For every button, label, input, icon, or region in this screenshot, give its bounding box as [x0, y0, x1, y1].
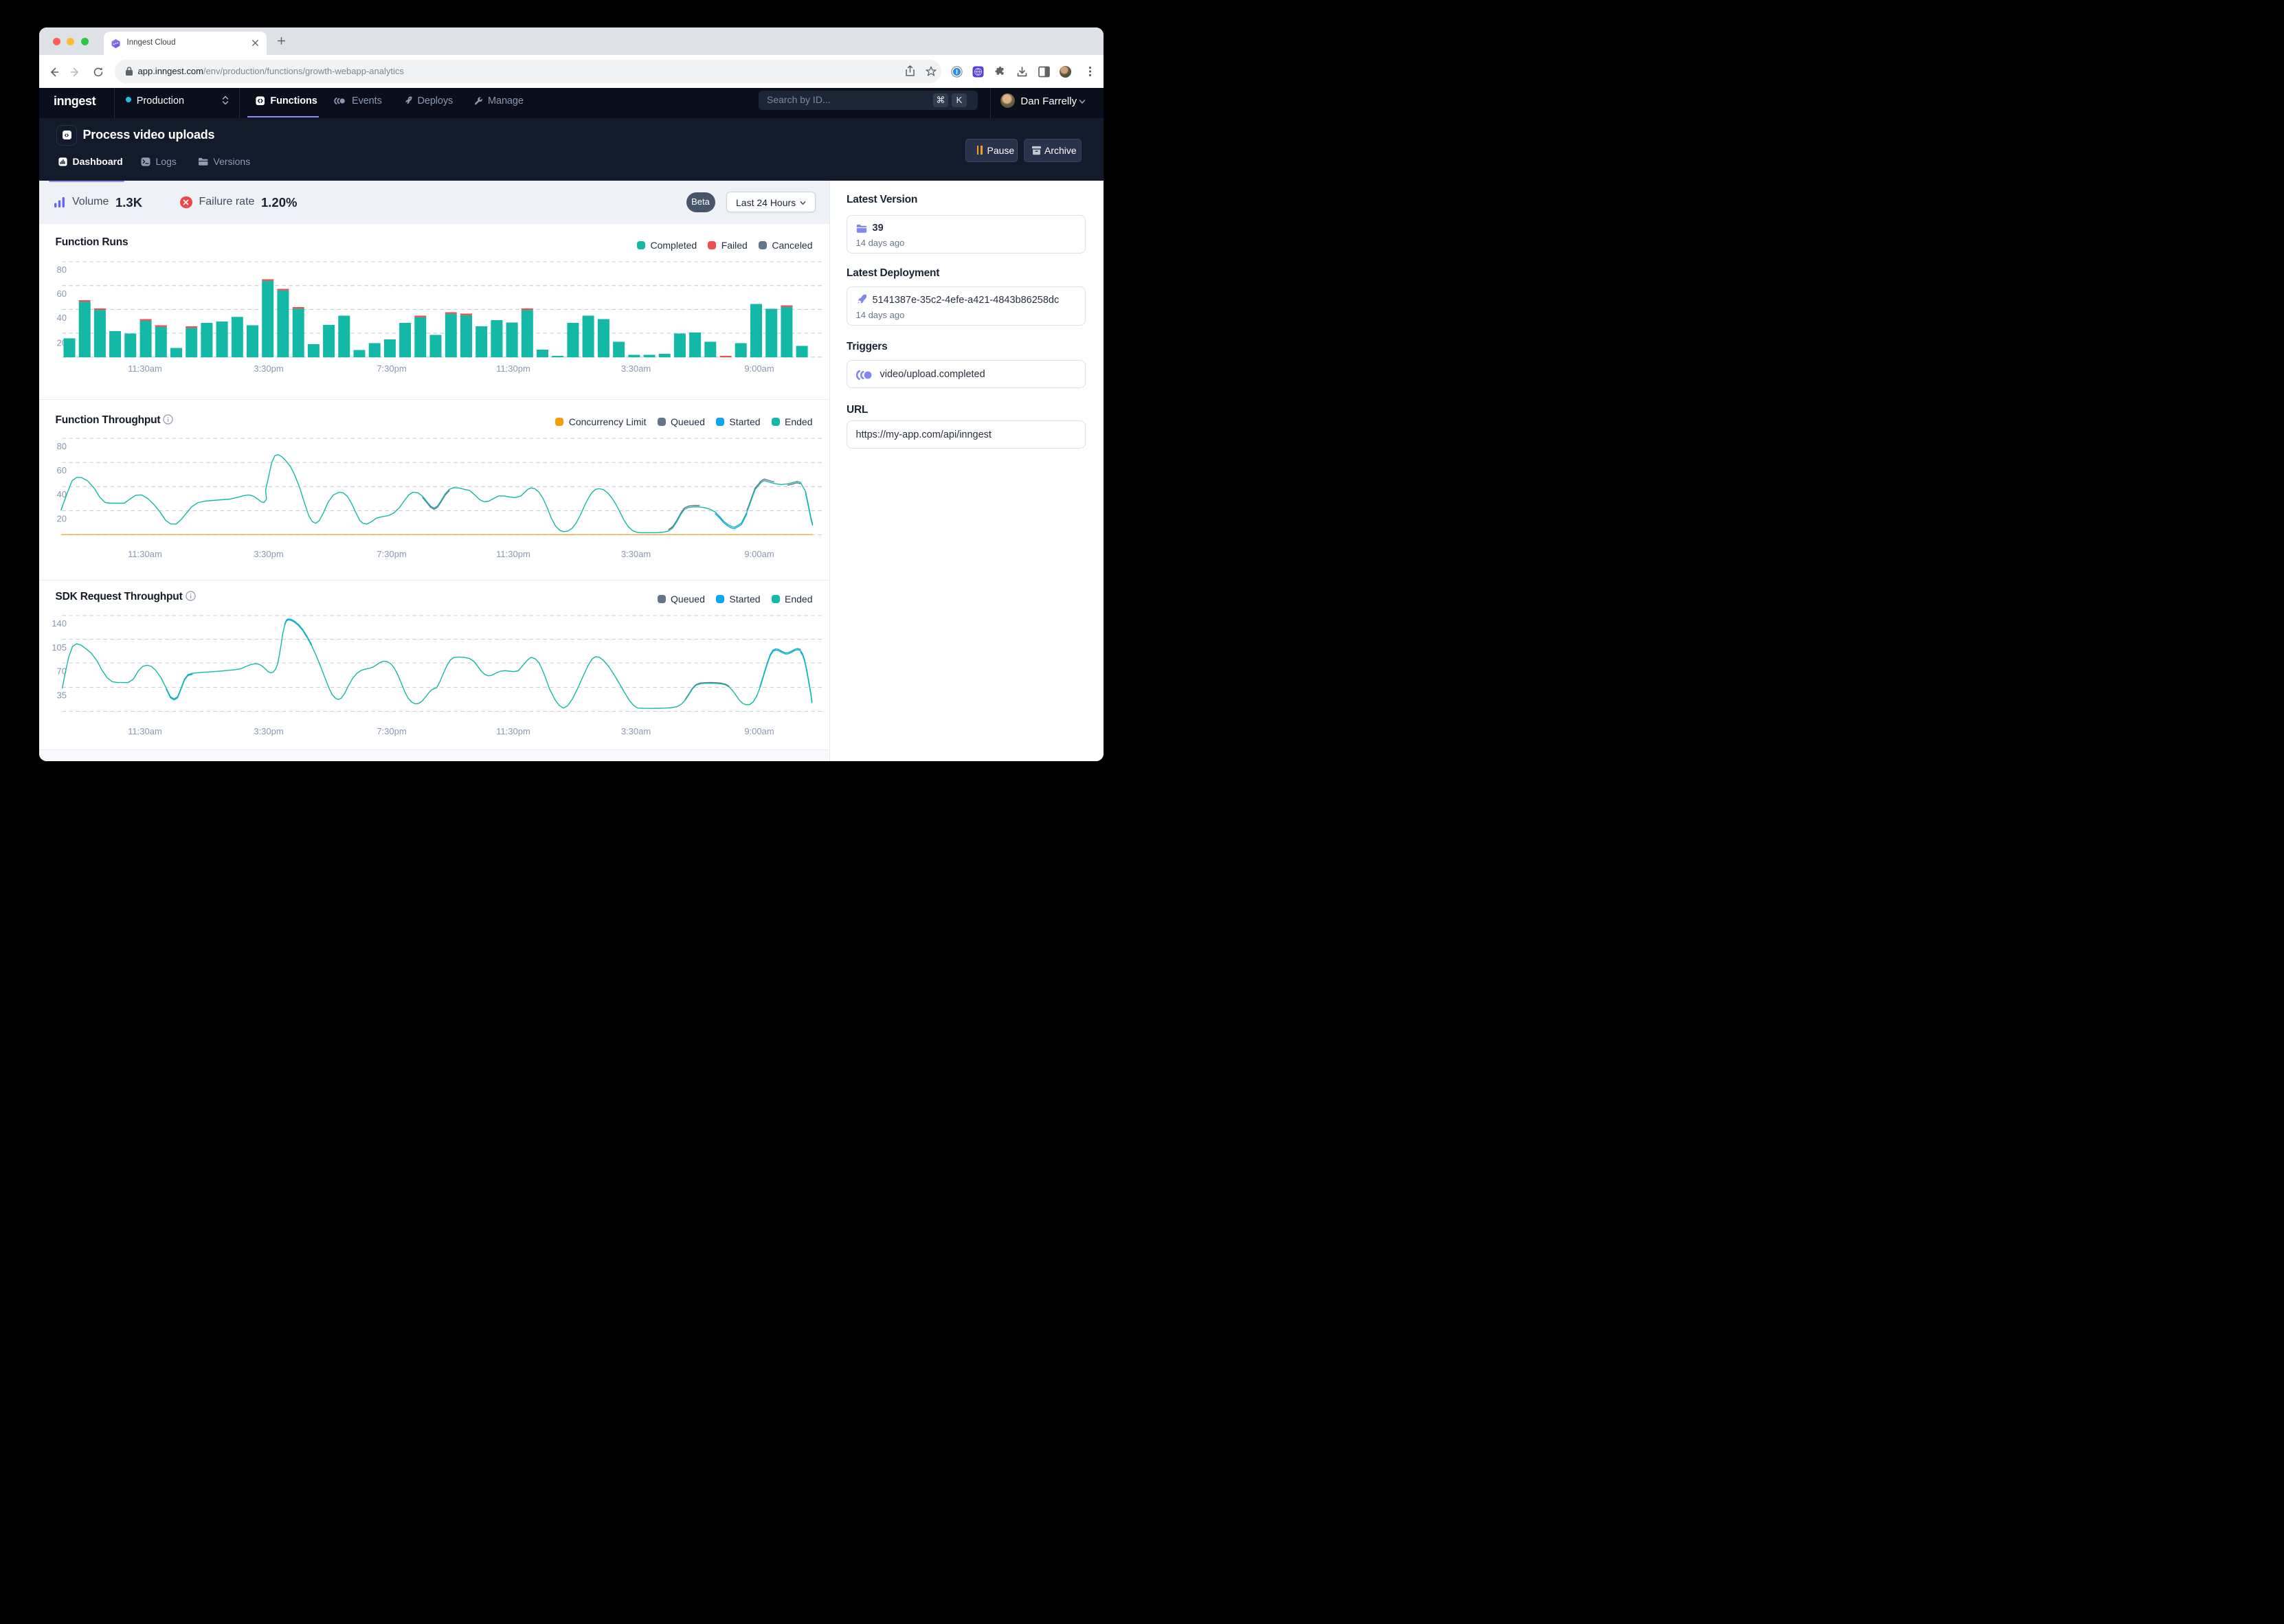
- svg-text:60: 60: [56, 465, 66, 475]
- svg-text:140: 140: [52, 618, 67, 629]
- svg-text:11:30pm: 11:30pm: [496, 549, 530, 559]
- svg-text:20: 20: [56, 513, 66, 523]
- svg-text:80: 80: [56, 264, 66, 275]
- svg-text:7:30pm: 7:30pm: [377, 726, 406, 736]
- svg-text:35: 35: [56, 690, 66, 700]
- svg-text:105: 105: [52, 642, 67, 653]
- svg-text:9:00am: 9:00am: [744, 549, 774, 559]
- svg-text:3:30am: 3:30am: [620, 363, 650, 374]
- svg-text:3:30am: 3:30am: [620, 549, 650, 559]
- svg-text:3:30pm: 3:30pm: [254, 363, 283, 374]
- svg-text:80: 80: [56, 441, 66, 451]
- svg-text:40: 40: [56, 313, 66, 323]
- svg-text:3:30pm: 3:30pm: [254, 726, 283, 736]
- svg-text:7:30pm: 7:30pm: [377, 363, 406, 374]
- svg-text:9:00am: 9:00am: [744, 726, 774, 736]
- svg-text:11:30am: 11:30am: [128, 363, 162, 374]
- svg-text:9:00am: 9:00am: [744, 363, 774, 374]
- svg-text:11:30pm: 11:30pm: [496, 726, 530, 736]
- svg-text:60: 60: [56, 289, 66, 299]
- svg-text:11:30am: 11:30am: [128, 549, 162, 559]
- svg-text:7:30pm: 7:30pm: [377, 549, 406, 559]
- svg-text:3:30pm: 3:30pm: [254, 549, 283, 559]
- svg-text:3:30am: 3:30am: [620, 726, 650, 736]
- svg-text:11:30am: 11:30am: [128, 726, 162, 736]
- svg-text:11:30pm: 11:30pm: [496, 363, 530, 374]
